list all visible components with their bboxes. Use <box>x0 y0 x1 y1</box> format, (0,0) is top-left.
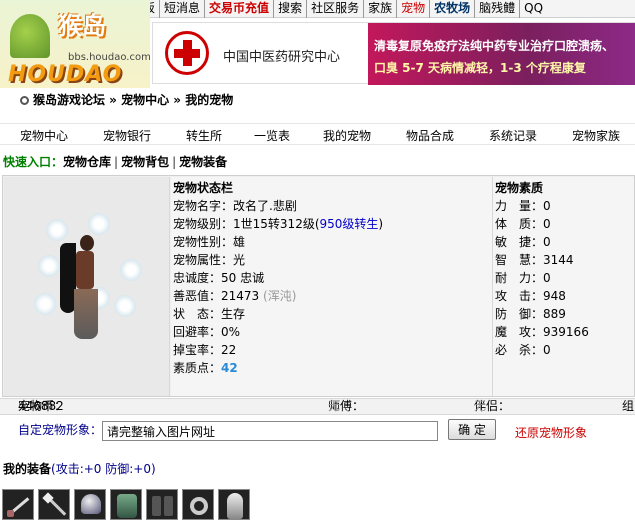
divider: | <box>114 155 119 169</box>
quality-strength: 力 量：0 <box>495 199 551 213</box>
confirm-button[interactable]: 确 定 <box>448 419 496 440</box>
orb-icon <box>46 219 68 241</box>
image-url-input[interactable] <box>102 421 438 441</box>
menu-pet-center[interactable]: 宠物中心 <box>20 127 68 144</box>
quick-entry-label: 快速入口： <box>3 155 64 169</box>
nav-community[interactable]: 社区服务 <box>306 0 363 18</box>
menu-my-pet[interactable]: 我的宠物 <box>323 127 371 144</box>
nav-family[interactable]: 家族 <box>363 0 396 18</box>
orb-icon <box>114 295 136 317</box>
status-karma: 善恶值：21473 (浑沌) <box>173 289 297 303</box>
orb-icon <box>38 255 60 277</box>
quick-link-equipment[interactable]: 宠物装备 <box>179 155 227 169</box>
quality-magic-attack: 魔 攻：939166 <box>495 325 589 339</box>
quality-endurance: 耐 力：0 <box>495 271 551 285</box>
pet-menu-bar: 宠物中心 宠物银行 转生所 一览表 我的宠物 物品合成 系统记录 宠物家族 <box>0 123 635 145</box>
spear-icon[interactable] <box>38 489 70 520</box>
nav-farm[interactable]: 农牧场 <box>429 0 474 18</box>
pet-character-image <box>60 235 106 345</box>
pet-avatar <box>4 177 170 396</box>
boots-icon[interactable] <box>146 489 178 520</box>
pet-status-panel: 宠物状态栏 宠物名字：改名了.悲剧 宠物级别：1世15转312级(950级转生)… <box>171 177 493 396</box>
divider: | <box>172 155 177 169</box>
helmet-icon[interactable] <box>74 489 106 520</box>
menu-system-log[interactable]: 系统记录 <box>489 127 537 144</box>
menu-pet-family[interactable]: 宠物家族 <box>572 127 620 144</box>
orb-icon <box>88 213 110 235</box>
pet-panel: 宠物状态栏 宠物名字：改名了.悲剧 宠物级别：1世15转312级(950级转生)… <box>2 175 635 397</box>
nav-messages[interactable]: 短消息 <box>159 0 204 18</box>
nav-search[interactable]: 搜索 <box>273 0 306 18</box>
nav-game[interactable]: 脑残鳢 <box>474 0 519 18</box>
status-evade: 回避率：0% <box>173 325 241 339</box>
logo-name: HOUDAO <box>8 62 123 87</box>
ring-icon[interactable] <box>182 489 214 520</box>
banner-center-name: 中国中医药研究中心 <box>223 50 341 65</box>
menu-overview[interactable]: 一览表 <box>254 127 290 144</box>
quality-title: 宠物素质 <box>495 181 544 195</box>
nav-recharge[interactable]: 交易币充值 <box>204 0 273 18</box>
armor-icon[interactable] <box>110 489 142 520</box>
banner-ad-line1: 清毒复原免疫疗法纯中药专业治疗口腔溃疡、 <box>374 39 615 53</box>
banner-ad[interactable]: 中国中医药研究中心 清毒复原免疫疗法纯中药专业治疗口腔溃疡、 口臭 5-7 天病… <box>152 22 635 85</box>
quality-defense: 防 御：889 <box>495 307 566 321</box>
pet-money-bar: 宠物币： 446882 师傅：无 伴侣：无 组 <box>0 398 635 415</box>
palm-tree-icon <box>10 14 50 58</box>
my-equipment: 我的装备(攻击:+0 防御:+0) <box>3 460 156 477</box>
status-title: 宠物状态栏 <box>173 181 234 195</box>
banner-ad-text-block: 清毒复原免疫疗法纯中药专业治疗口腔溃疡、 口臭 5-7 天病情减轻，1-3 个疗… <box>368 23 635 85</box>
breadcrumb: 猴岛游戏论坛 » 宠物中心 » 我的宠物 <box>20 91 233 108</box>
site-logo[interactable]: 猴岛 bbs.houdao.com HOUDAO <box>0 0 151 88</box>
status-loyalty: 忠诚度：50 忠诚 <box>173 271 265 285</box>
nav-qq[interactable]: QQ <box>519 0 547 18</box>
menu-rebirth[interactable]: 转生所 <box>186 127 222 144</box>
menu-pet-bank[interactable]: 宠物银行 <box>103 127 151 144</box>
gauntlet-icon[interactable] <box>218 489 250 520</box>
custom-image-label: 自定宠物形象： <box>18 423 103 437</box>
orb-icon <box>120 259 142 281</box>
status-level: 宠物级别：1世15转312级(950级转生) <box>173 217 384 231</box>
equipment-stats: (攻击:+0 防御:+0) <box>51 462 156 476</box>
quality-attack: 攻 击：948 <box>495 289 566 303</box>
restore-image-link[interactable]: 还原宠物形象 <box>515 424 587 441</box>
red-cross-icon <box>165 31 209 75</box>
status-attribute: 宠物属性：光 <box>173 253 246 267</box>
quality-agility: 敏 捷：0 <box>495 235 551 249</box>
status-name: 宠物名字：改名了.悲剧 <box>173 199 297 213</box>
banner-ad-line2: 口臭 5-7 天病情减轻，1-3 个疗程康复 <box>374 61 586 75</box>
pet-group: 组 <box>622 399 635 413</box>
equipment-slots <box>2 489 250 520</box>
sword-icon[interactable] <box>2 489 34 520</box>
quality-critical: 必 杀：0 <box>495 343 551 357</box>
rebirth-link[interactable]: 950级转生 <box>320 217 379 231</box>
logo-brand-text: 猴岛 <box>58 12 106 40</box>
equipment-title: 我的装备 <box>3 462 52 476</box>
quick-link-backpack[interactable]: 宠物背包 <box>121 155 169 169</box>
status-quality-points: 素质点：42 <box>173 361 238 375</box>
status-drop-rate: 掉宝率：22 <box>173 343 237 357</box>
status-gender: 宠物性别：雄 <box>173 235 246 249</box>
quick-entry: 快速入口：宠物仓库 | 宠物背包 | 宠物装备 <box>3 153 227 170</box>
magnifier-icon <box>20 96 29 105</box>
quick-link-warehouse[interactable]: 宠物仓库 <box>63 155 111 169</box>
breadcrumb-text[interactable]: 猴岛游戏论坛 » 宠物中心 » 我的宠物 <box>33 93 233 107</box>
menu-item-synthesis[interactable]: 物品合成 <box>406 127 454 144</box>
nav-pets[interactable]: 宠物 <box>396 0 429 18</box>
quality-wisdom: 智 慧：3144 <box>495 253 574 267</box>
status-state: 状 态：生存 <box>173 307 246 321</box>
quality-constitution: 体 质：0 <box>495 217 551 231</box>
pet-quality-panel: 宠物素质 力 量：0 体 质：0 敏 捷：0 智 慧：3144 耐 力：0 攻 … <box>493 177 634 396</box>
orb-icon <box>34 293 56 315</box>
